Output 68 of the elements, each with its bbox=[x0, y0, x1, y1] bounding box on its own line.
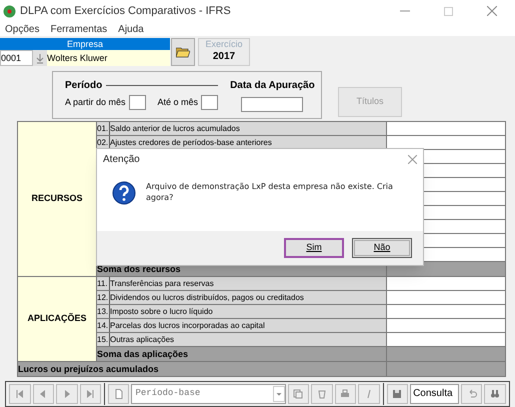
row-number: 15. bbox=[97, 333, 110, 346]
binoculars-icon bbox=[490, 389, 500, 399]
row-number: 01. bbox=[97, 122, 110, 135]
print-icon bbox=[340, 389, 350, 399]
previous-button[interactable] bbox=[32, 384, 54, 404]
undo-icon bbox=[466, 389, 477, 399]
new-document-icon bbox=[114, 389, 124, 399]
date-label: Data da Apuração bbox=[230, 79, 315, 93]
exercicio-label: Exercício bbox=[205, 39, 242, 50]
globe-icon bbox=[3, 4, 16, 18]
maximize-icon[interactable] bbox=[444, 6, 453, 16]
last-icon bbox=[85, 389, 96, 399]
from-month-field[interactable] bbox=[128, 95, 146, 110]
table-cell: Dividendos ou lucros distribuídos, pagos ou creditados bbox=[110, 291, 387, 304]
row-number: 11. bbox=[97, 277, 110, 290]
delete-icon bbox=[316, 389, 327, 399]
next-button[interactable] bbox=[56, 384, 78, 404]
period-title: Período bbox=[65, 79, 102, 93]
delete-button[interactable] bbox=[311, 384, 333, 404]
print-button[interactable] bbox=[334, 384, 356, 404]
dialog-message: Arquivo de demonstração LxP desta empresa não existe. Cria agora? bbox=[146, 181, 394, 203]
company-name-field[interactable]: Wolters Kluwer bbox=[47, 50, 170, 66]
dialog-button[interactable]: Não bbox=[352, 238, 412, 258]
window-title: DLPA com Exercícios Comparativos - IFRS bbox=[20, 4, 231, 19]
table-cell: Transferências para reservas bbox=[110, 277, 387, 290]
menu-item[interactable]: Ajuda bbox=[118, 22, 144, 36]
folder-icon bbox=[176, 46, 190, 58]
copy-button[interactable] bbox=[288, 384, 310, 404]
exercicio-year: 2017 bbox=[212, 50, 236, 64]
last-button[interactable] bbox=[80, 384, 101, 404]
row-number: 13. bbox=[97, 305, 110, 318]
first-button[interactable] bbox=[9, 384, 30, 404]
total-cell: Soma das aplicações bbox=[97, 347, 387, 361]
section-label: APLICAÇÕES bbox=[18, 277, 97, 361]
dialog-title: Atenção bbox=[103, 152, 140, 166]
period-combo[interactable]: Período-base bbox=[131, 384, 286, 404]
dialog-button[interactable]: Sim bbox=[284, 238, 344, 258]
grand-total-cell: Lucros ou prejuízos acumulados bbox=[18, 362, 387, 376]
open-folder-button[interactable] bbox=[171, 38, 195, 66]
table-cell: Saldo anterior de lucros acumulados bbox=[110, 122, 387, 135]
undo-button[interactable] bbox=[460, 384, 482, 404]
save-button[interactable] bbox=[386, 384, 408, 404]
date-field[interactable] bbox=[241, 97, 304, 112]
menu-item[interactable]: Opções bbox=[5, 22, 40, 36]
question-icon bbox=[112, 181, 136, 205]
from-month-label: A partir do mês bbox=[65, 96, 126, 109]
row-number: 02. bbox=[97, 136, 110, 149]
first-icon bbox=[14, 389, 25, 399]
save-icon bbox=[392, 389, 402, 399]
table-cell: Outras aplicações bbox=[110, 333, 387, 346]
row-number: 14. bbox=[97, 319, 110, 332]
copy-icon bbox=[293, 389, 304, 399]
italic-button[interactable] bbox=[358, 384, 380, 404]
section-label: RECURSOS bbox=[18, 122, 97, 276]
binoculars-button[interactable] bbox=[484, 384, 506, 404]
close-icon[interactable] bbox=[487, 6, 497, 16]
to-month-label: Até o mês bbox=[158, 96, 198, 109]
table-cell: Imposto sobre o lucro líquido bbox=[110, 305, 387, 318]
row-number: 12. bbox=[97, 291, 110, 304]
new-document-button[interactable] bbox=[108, 384, 130, 404]
menu-item[interactable]: Ferramentas bbox=[50, 22, 108, 36]
close-icon[interactable] bbox=[408, 154, 417, 164]
table-cell: Parcelas dos lucros incorporadas ao capital bbox=[110, 319, 387, 332]
empresa-header: Empresa bbox=[0, 38, 170, 50]
to-month-field[interactable] bbox=[201, 95, 218, 110]
table-cell: Ajustes credores de períodos-base anteriores bbox=[110, 136, 387, 149]
company-code-field[interactable]: 0001 bbox=[0, 50, 33, 66]
mode-field: Consulta bbox=[410, 384, 459, 404]
